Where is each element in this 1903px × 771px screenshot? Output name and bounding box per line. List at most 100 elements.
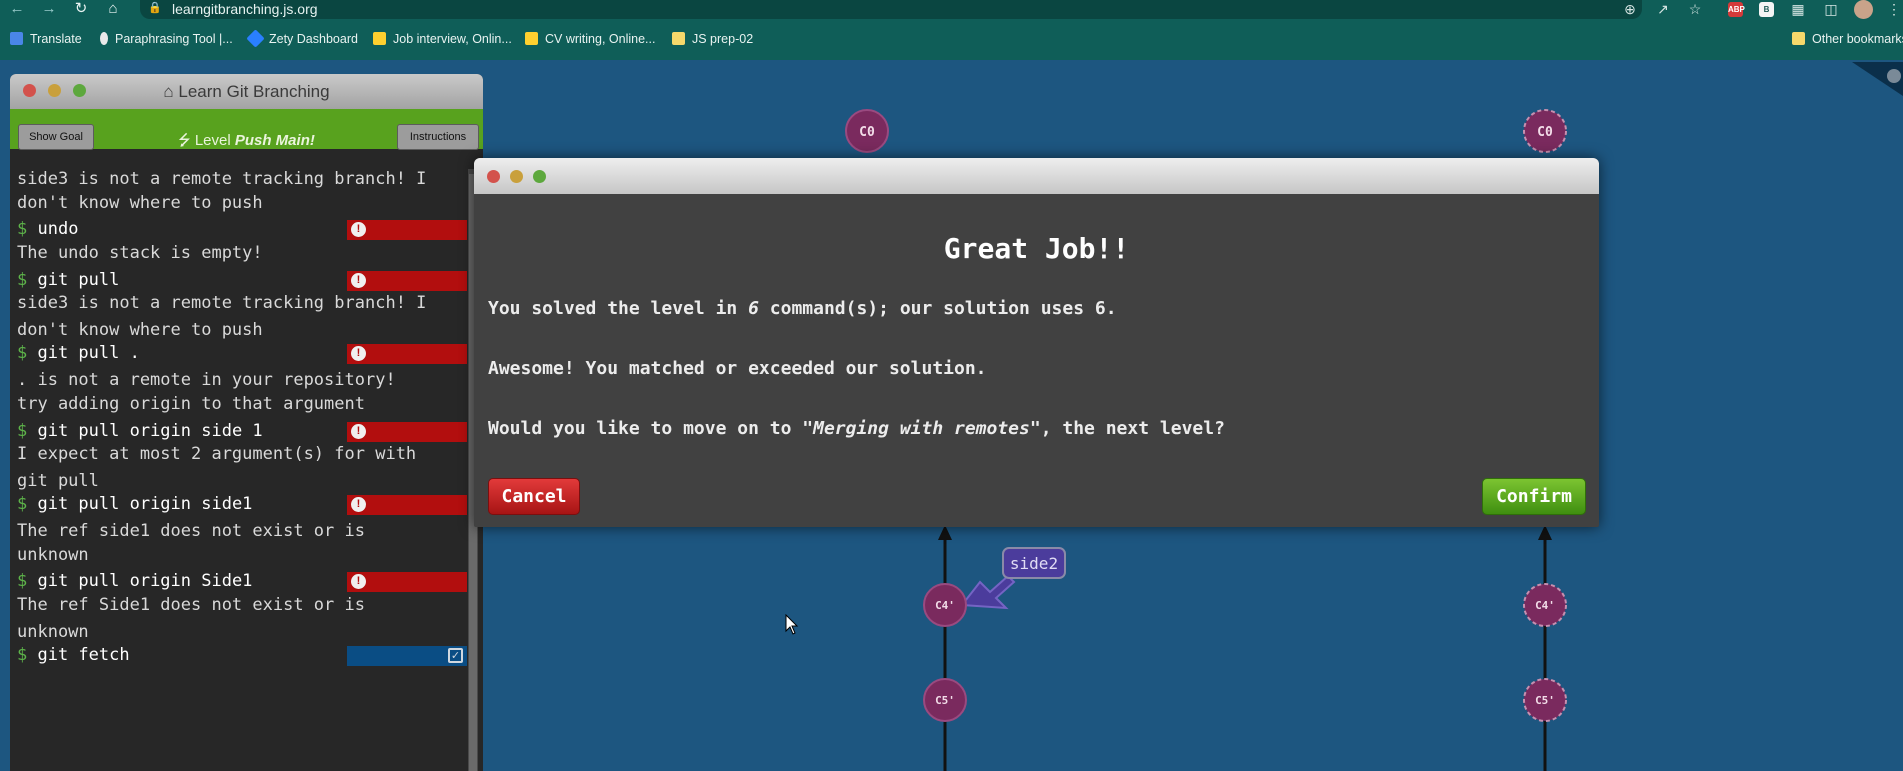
error-icon: ! <box>351 497 366 512</box>
command-error-bar: ! <box>347 220 467 240</box>
close-window-icon[interactable] <box>487 170 500 183</box>
terminal-output: . is not a remote in your repository! <box>17 370 396 390</box>
prompt-text: Would you like to move on to <box>488 418 803 439</box>
commit-node[interactable]: C5' <box>923 678 967 722</box>
prompt-dollar: $ <box>17 494 38 514</box>
commit-label: C0 <box>1537 125 1553 140</box>
command-success-bar: ✓ <box>347 646 467 666</box>
bookmark-label: JS prep-02 <box>692 32 754 46</box>
terminal-output: don't know where to push <box>17 320 263 340</box>
terminal-command: $ git pull <box>17 270 119 290</box>
address-bar-row: ← → ↻ ⌂ 🔒 learngitbranching.js.org ⊕ ↗ ☆… <box>0 0 1903 20</box>
terminal-output: try adding origin to that argument <box>17 394 365 414</box>
commit-node[interactable]: C0 <box>845 109 889 153</box>
level-prefix: Level <box>194 132 231 149</box>
remote-commit-node[interactable]: C4' <box>1523 583 1567 627</box>
bookmark-job-interview[interactable]: Job interview, Onlin... <box>373 32 512 46</box>
terminal-command: $ git pull origin side1 <box>17 494 252 514</box>
command-text: undo <box>37 219 79 239</box>
terminal-output: The ref side1 does not exist or is <box>17 521 365 541</box>
prompt-dollar: $ <box>17 343 38 363</box>
share-icon[interactable]: ↗ <box>1654 0 1672 19</box>
bookmarks-bar: Translate Paraphrasing Tool |... Zety Da… <box>0 27 1903 53</box>
commit-label: C4' <box>935 599 955 612</box>
command-error-bar: ! <box>347 572 467 592</box>
bookmark-label: Paraphrasing Tool |... <box>115 32 233 46</box>
terminal-command: $ git pull origin side 1 <box>17 421 263 441</box>
bookmark-translate[interactable]: Translate <box>10 32 82 46</box>
forward-icon[interactable]: → <box>40 0 58 18</box>
bookmark-paraphrasing[interactable]: Paraphrasing Tool |... <box>100 32 233 46</box>
prompt-text: , the next level? <box>1040 418 1225 439</box>
dialog-title: Great Job!! <box>943 232 1130 265</box>
commit-node[interactable]: C4' <box>923 583 967 627</box>
commit-label: C5' <box>935 694 955 707</box>
reload-icon[interactable]: ↻ <box>72 0 90 18</box>
confirm-button[interactable]: Confirm <box>1482 478 1586 515</box>
b-extension-icon[interactable]: B <box>1759 2 1774 17</box>
terminal-output: side3 is not a remote tracking branch! I <box>17 169 427 189</box>
home-icon: ⌂ <box>163 82 179 101</box>
zety-icon <box>246 29 265 48</box>
remote-commit-node[interactable]: C5' <box>1523 678 1567 722</box>
mouse-cursor-icon <box>785 614 799 635</box>
command-text: git pull <box>37 270 120 290</box>
terminal-output: side3 is not a remote tracking branch! I <box>17 293 427 313</box>
command-text: git fetch <box>37 645 130 665</box>
error-icon: ! <box>351 273 366 288</box>
command-count: 6 <box>748 298 759 319</box>
edge-arrow <box>938 525 952 540</box>
bookmark-label: Zety Dashboard <box>269 32 358 46</box>
error-icon: ! <box>351 574 366 589</box>
command-text: git pull origin Side1 <box>37 571 253 591</box>
github-corner-icon[interactable] <box>1852 62 1903 112</box>
menu-kebab-icon[interactable]: ⋮ <box>1885 0 1903 19</box>
prompt-dollar: $ <box>17 571 38 591</box>
terminal-command: $ git fetch <box>17 645 130 665</box>
lock-icon[interactable]: 🔒 <box>148 1 162 14</box>
bookmark-zety[interactable]: Zety Dashboard <box>246 29 358 48</box>
branch-side2[interactable]: side2 <box>960 547 1066 610</box>
back-icon[interactable]: ← <box>8 0 26 18</box>
home-icon[interactable]: ⌂ <box>104 0 122 18</box>
other-bookmarks[interactable]: Other bookmarks <box>1792 32 1903 46</box>
bookmark-cv-writing[interactable]: CV writing, Online... <box>525 32 655 46</box>
command-terminal: ⌂ Learn Git Branching Show Goal ⭍ Level … <box>10 74 483 771</box>
terminal-command: $ git pull . <box>17 343 140 363</box>
address-bar[interactable] <box>140 0 1642 19</box>
remote-commit-node[interactable]: C0 <box>1523 109 1567 153</box>
solution-summary: You solved the level in 6 command(s); ou… <box>488 298 1117 319</box>
adblock-extension-icon[interactable]: ABP <box>1728 2 1745 17</box>
miro-icon <box>525 32 538 45</box>
terminal-output: The ref Side1 does not exist or is <box>17 595 365 615</box>
terminal-output: git pull <box>17 471 99 491</box>
bookmark-js-prep[interactable]: JS prep-02 <box>672 32 753 46</box>
terminal-title-text: Learn Git Branching <box>178 82 330 101</box>
url-text[interactable]: learngitbranching.js.org <box>172 1 318 17</box>
other-bookmarks-label: Other bookmarks <box>1812 32 1903 46</box>
instructions-button[interactable]: Instructions <box>397 124 479 150</box>
bookmark-label: Job interview, Onlin... <box>393 32 512 46</box>
commit-label: C0 <box>859 125 875 140</box>
terminal-command: $ git pull origin Side1 <box>17 571 252 591</box>
command-error-bar: ! <box>347 422 467 442</box>
command-error-bar: ! <box>347 271 467 291</box>
maximize-window-icon[interactable] <box>533 170 546 183</box>
solution-feedback: Awesome! You matched or exceeded our sol… <box>488 358 987 379</box>
bookmark-star-icon[interactable]: ☆ <box>1686 0 1704 19</box>
extensions-puzzle-icon[interactable]: ▦ <box>1789 0 1807 19</box>
zoom-icon[interactable]: ⊕ <box>1621 0 1639 19</box>
side-panel-icon[interactable]: ◫ <box>1822 0 1840 19</box>
sticky-note-icon <box>672 32 685 45</box>
profile-avatar[interactable] <box>1854 0 1873 19</box>
summary-text: You solved the level in <box>488 298 749 319</box>
quill-icon <box>100 32 108 45</box>
folder-icon <box>1792 32 1805 45</box>
commit-label: C5' <box>1535 694 1555 707</box>
cancel-button[interactable]: Cancel <box>488 478 580 515</box>
error-icon: ! <box>351 222 366 237</box>
prompt-dollar: $ <box>17 645 38 665</box>
level-name: Push Main! <box>234 132 315 149</box>
branch-label: side2 <box>1010 554 1058 573</box>
minimize-window-icon[interactable] <box>510 170 523 183</box>
